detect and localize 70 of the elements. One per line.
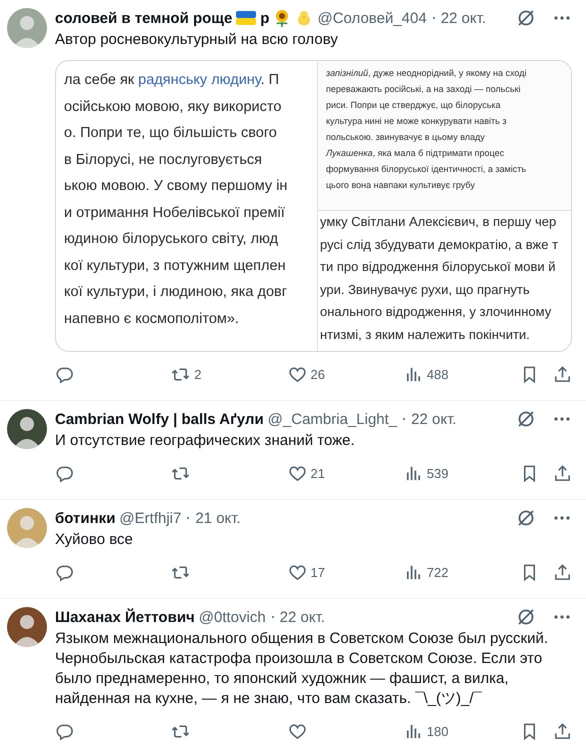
heart-icon[interactable] xyxy=(288,722,306,740)
action-count: 2 xyxy=(194,366,202,382)
document-text-line: и отримання Нобелівської премії xyxy=(64,204,286,222)
heart-icon[interactable] xyxy=(288,364,306,384)
reply-icon[interactable] xyxy=(55,464,74,482)
reply-icon[interactable] xyxy=(55,562,74,582)
heart-icon[interactable] xyxy=(288,464,306,482)
share-icon[interactable] xyxy=(553,722,572,740)
post-date[interactable]: 22 окт. xyxy=(280,608,325,626)
share-icon[interactable] xyxy=(553,562,572,582)
separator-dot xyxy=(403,418,406,420)
post-date[interactable]: 22 окт. xyxy=(411,410,456,428)
action-count: 21 xyxy=(310,466,325,480)
post-text: И отсутствие географических знаний тоже. xyxy=(55,431,356,451)
user-handle[interactable]: @Соловей_404 xyxy=(317,10,427,26)
document-text-line: Лукашенка, яка мала б підтримати процес xyxy=(326,147,506,160)
action-count: 722 xyxy=(426,564,448,580)
separator-dot xyxy=(432,17,435,19)
document-text-line: польською. звинувачує в цьому владу xyxy=(326,131,486,144)
document-text-line: запізнілий, дуже неоднорідний, у якому на сході xyxy=(326,67,528,80)
document-text-line: риси. Попри це стверджує, що білоруська xyxy=(326,99,502,112)
post-date[interactable]: 22 окт. xyxy=(440,10,486,26)
document-text-line: цього вона навпаки культивує грубу xyxy=(326,179,476,192)
user-handle[interactable]: @_Cambria_Light_ xyxy=(268,410,398,428)
avatar[interactable] xyxy=(7,409,47,449)
action-count: 26 xyxy=(310,366,325,382)
document-text-line: переважають російські, а на заході — польські xyxy=(326,83,522,96)
action-count: 17 xyxy=(310,564,325,580)
document-text-line: культура нині не може конкурувати навіть з xyxy=(326,115,508,128)
reply-icon[interactable] xyxy=(55,722,74,740)
document-text-line: формування білоруської ідентичності, а замість xyxy=(326,163,528,176)
post-text: Хуйово все xyxy=(55,530,134,550)
action-count: 539 xyxy=(426,466,448,480)
document-text-line: ти про відродження білоруської мови й xyxy=(320,258,557,276)
document-text-line: ькою мовою. У свому першому ін xyxy=(64,177,288,196)
action-count: 488 xyxy=(426,366,448,382)
user-name[interactable]: р xyxy=(260,10,270,26)
user-name[interactable]: ботинки xyxy=(55,510,116,526)
document-link: радянську людину xyxy=(138,72,261,88)
user-name[interactable]: Шаханах Йеттович xyxy=(55,608,195,626)
post-text: Автор росневокультурный на всю голову xyxy=(55,30,339,50)
user-handle[interactable]: @Ertfhji7 xyxy=(119,510,182,526)
user-handle[interactable]: @0ttovich xyxy=(198,608,266,626)
share-icon[interactable] xyxy=(553,364,572,384)
user-name[interactable]: Cambrian Wolfy | balls Aґули xyxy=(55,410,264,428)
action-count: 180 xyxy=(426,724,448,738)
avatar[interactable] xyxy=(7,607,47,647)
post-text: Языком межнационального общения в Советском Союзе был русский. Чернобыльская катастрофа произошла в Советском Союзе. Если это было преднамеренно, то японский художник — фашист, а вилка, найденная на кухне, — я не знаю, что вам сказать. ¯\_(ツ)_/¯ xyxy=(55,629,550,709)
share-icon[interactable] xyxy=(553,464,572,482)
separator-dot xyxy=(272,616,274,618)
document-text-line: нтизмі, з яким належить покінчити. xyxy=(320,326,531,344)
flag-icon xyxy=(236,11,256,25)
heart-icon[interactable] xyxy=(288,562,306,582)
user-name[interactable]: соловей в темной роще xyxy=(55,10,232,26)
document-text-line: онального відродження, у злочинному xyxy=(320,303,552,321)
document-text-line: кої культури, і людиною, яка довг xyxy=(64,283,288,302)
document-text-line: осійською мовою, яку використо xyxy=(64,98,282,116)
document-text-line: ури. Звинувачує рухи, що прагнуть xyxy=(320,280,531,299)
document-text-line: умку Світлани Алексієвич, в першу чер xyxy=(320,213,558,231)
document-text-line: ла себе як радянську людину. П xyxy=(64,71,280,90)
document-text-line: напевно є космополітом». xyxy=(64,310,240,328)
separator-dot xyxy=(187,517,190,519)
document-text-line: кої культури, з потужним щеплен xyxy=(64,256,287,276)
document-text-line: юдиною білоруського світу, люд xyxy=(64,230,280,249)
document-text-line: о. Попри те, що більшість свого xyxy=(64,124,278,143)
document-screenshot[interactable] xyxy=(55,60,572,352)
post-date[interactable]: 21 окт. xyxy=(195,510,241,526)
document-text-line: русі слід збудувати демократію, а вже т xyxy=(320,236,560,254)
reply-icon[interactable] xyxy=(55,364,74,384)
document-text-line: в Білорусі, не послуговується xyxy=(64,150,264,170)
